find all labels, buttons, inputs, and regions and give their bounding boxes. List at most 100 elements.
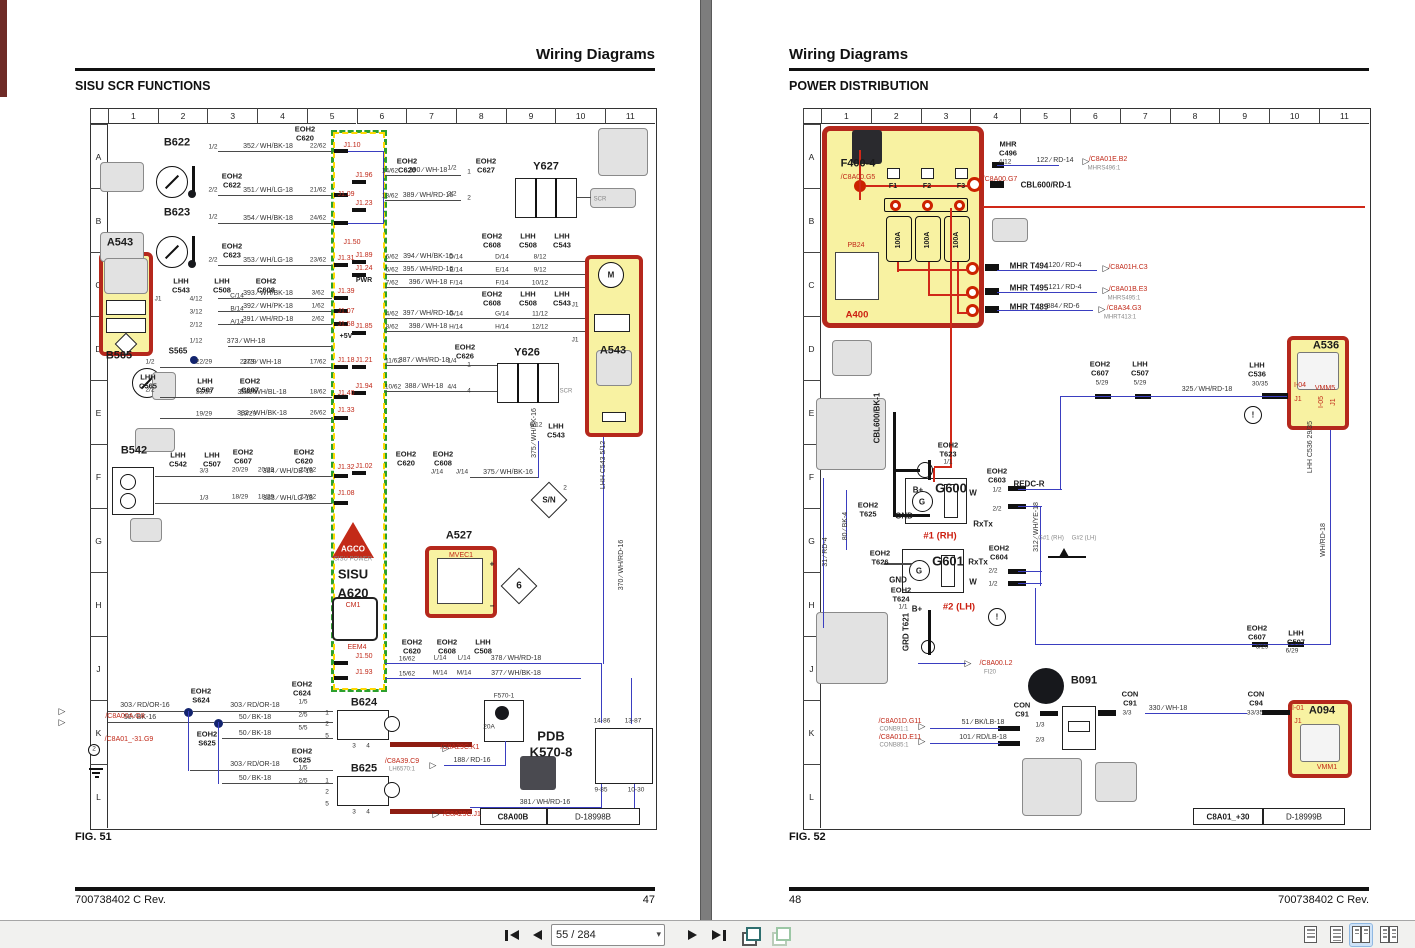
diagram-label: 375 ∕ WH/BK-16 <box>530 408 538 458</box>
wire-segment <box>160 397 332 399</box>
single-page-icon <box>1304 926 1317 943</box>
diagram-label: CBL600/BK-1 <box>872 392 882 444</box>
diagram-label: 7/62 <box>385 279 399 287</box>
diagram-label: 1/1 <box>898 603 908 611</box>
wire-segment <box>188 711 190 771</box>
diagram-label: MHRT413:1 <box>1103 314 1137 321</box>
diagram-label: 389 ∕ WH/RD-16 <box>402 191 454 199</box>
diagram-label: B+ <box>912 485 924 495</box>
diagram-shape <box>334 676 348 680</box>
two-page-continuous-layout-button[interactable] <box>1378 924 1400 946</box>
diagram-label: 2/2 <box>145 386 155 394</box>
diagram-label: 391 ∕ WH/RD-18 <box>242 315 294 323</box>
wire-segment <box>385 287 585 289</box>
diagram-label: LHH C508 <box>213 276 231 294</box>
diagram-label: J1.94 <box>355 382 373 390</box>
diagram-label: 3/62 <box>311 289 325 297</box>
grid-col-label: 2 <box>157 108 208 124</box>
diagram-label: 4 <box>366 742 370 750</box>
diagram-label: 8/62 <box>385 323 399 331</box>
diagram-label: ▷ <box>442 742 450 753</box>
diagram-label: 11/12 <box>532 310 548 318</box>
wire-segment <box>108 722 214 724</box>
diagram-label: LHH C543 5/12 <box>599 440 607 490</box>
grid-row-label: G <box>803 508 821 572</box>
diagram-label: EOH2 C622 <box>221 171 243 189</box>
previous-page-button[interactable] <box>533 928 542 942</box>
single-page-layout-button[interactable] <box>1300 924 1322 946</box>
diagram-shape <box>602 412 626 422</box>
diagram-label: /C8A39.C9 <box>384 757 420 765</box>
page-number-box: ▾ <box>551 924 665 946</box>
diagram-shape <box>495 706 509 720</box>
diagram-shape <box>1028 668 1064 704</box>
diagram-label: /C8A00.G5 <box>840 173 876 181</box>
diagram-label: 1/2 <box>145 358 155 366</box>
diagram-shape <box>992 218 1028 242</box>
next-page-button[interactable] <box>688 928 697 942</box>
page-number-input[interactable] <box>554 926 650 944</box>
diagram-label: 22/62 <box>309 142 327 150</box>
diagram-label: 50 ∕ BK-18 <box>238 774 272 782</box>
diagram-label: LHH C543 <box>172 276 190 294</box>
diagram-label: J1.33 <box>337 406 355 414</box>
last-page-button[interactable] <box>712 928 726 942</box>
diagram-label: J1.10 <box>343 141 361 149</box>
diagram-label: B542 <box>120 444 148 457</box>
diagram-shape <box>334 365 348 369</box>
wire-segment <box>918 663 966 665</box>
diagram-label: 2 <box>92 745 96 753</box>
diagram-label: MHRS496:1 <box>1087 165 1121 172</box>
diagram-shape <box>120 474 136 490</box>
diagram-shape <box>517 363 519 403</box>
diagram-label: J1.07 <box>337 307 355 315</box>
diagram-label: EOH2 C608 <box>481 231 503 249</box>
diagram-label: #1 (RH) <box>923 530 957 542</box>
diagram-label: FI20 <box>983 669 997 676</box>
diagram-label: EOH2 C623 <box>221 241 243 259</box>
previous-view-button[interactable] <box>742 927 761 946</box>
wire-segment <box>930 728 1000 730</box>
continuous-layout-button[interactable] <box>1326 924 1348 946</box>
diagram-label: MHR T489 <box>1009 302 1049 312</box>
grid-row-label: G <box>90 508 108 572</box>
diagram-label: Y626 <box>514 346 540 359</box>
grid-col-label: 10 <box>1269 108 1319 124</box>
diagram-label: F3 <box>956 182 966 190</box>
wire-segment <box>385 200 461 202</box>
diagram-label: D-18998B <box>574 812 612 822</box>
wire-segment <box>218 722 220 784</box>
wire-segment <box>385 261 585 263</box>
diagram-label: MHR T494 <box>1009 261 1049 271</box>
chevron-down-icon[interactable]: ▾ <box>656 929 661 940</box>
diagram-label: 30/35 <box>1251 380 1269 388</box>
diagram-label: J/14 <box>455 468 469 476</box>
first-page-button[interactable] <box>505 928 519 942</box>
diagram-label: A094 <box>1308 704 1336 717</box>
diagram-label: /C8A01D.G11 <box>878 717 922 725</box>
diagram-label: ! <box>1251 410 1255 420</box>
diagram-label: 303 ∕ RD/OR-18 <box>230 760 280 768</box>
diagram-shape <box>384 782 400 798</box>
diagram-label: 24/62 <box>309 214 327 222</box>
diagram-label: ▷ <box>918 720 926 731</box>
next-view-button[interactable] <box>772 927 791 946</box>
diagram-shape <box>106 300 146 315</box>
diagram-label: ▷ <box>964 657 972 668</box>
diagram-label: F/14 <box>449 279 463 287</box>
grid-col-label: 9 <box>505 108 556 124</box>
diagram-label: B/14 <box>230 305 244 313</box>
continuous-page-icon <box>1330 926 1343 943</box>
diagram-label: EOH2 S624 <box>190 686 212 704</box>
diagram-label: 120 ∕ RD-4 <box>1048 261 1082 269</box>
diagram-label: 188 ∕ RD-16 <box>453 756 491 764</box>
two-page-layout-button[interactable] <box>1349 923 1373 947</box>
grid-row-label: K <box>803 700 821 764</box>
diagram-label: J1 <box>154 295 162 303</box>
wire-segment <box>385 678 581 680</box>
grid-col-label: 3 <box>920 108 971 124</box>
wire-segment <box>934 466 952 468</box>
next-page-icon <box>688 930 697 940</box>
diagram-label: 1/2 <box>208 143 218 151</box>
diagram-label: J1.32 <box>337 463 355 471</box>
